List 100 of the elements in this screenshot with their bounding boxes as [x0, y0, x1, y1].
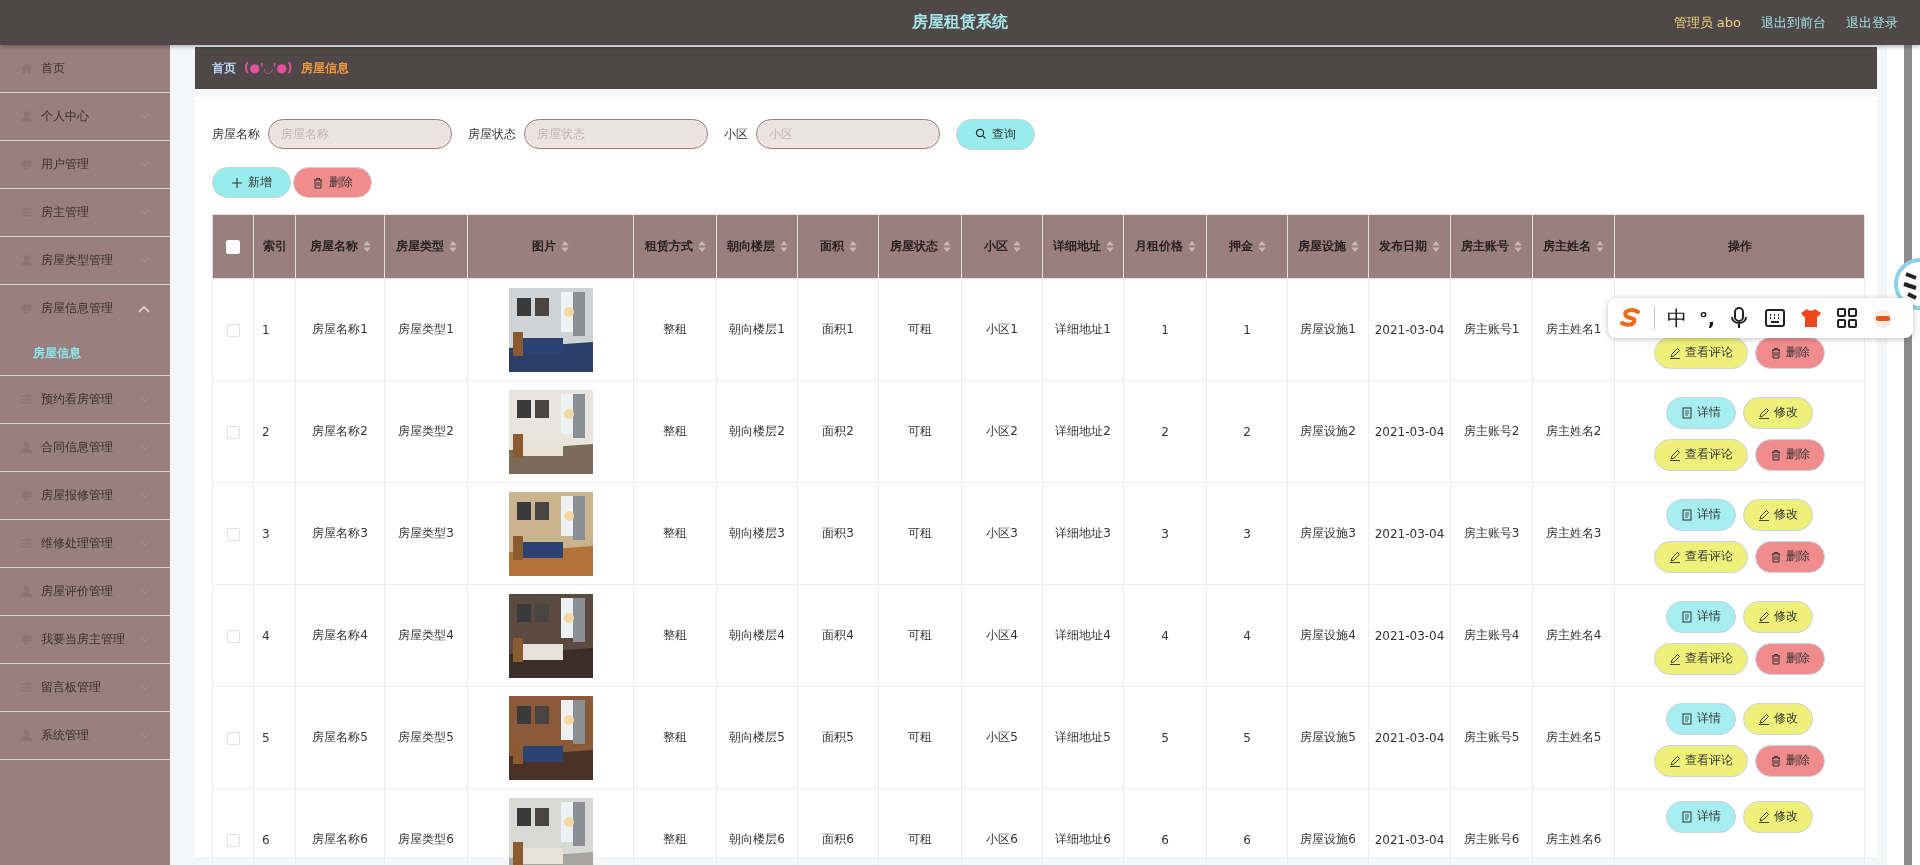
- detail-button[interactable]: 详情: [1666, 600, 1736, 633]
- table-cell: 5: [1123, 686, 1207, 789]
- column-header[interactable]: 房屋名称: [295, 214, 385, 279]
- row-checkbox[interactable]: [226, 731, 240, 745]
- table-cell: 朝向楼层5: [716, 686, 798, 789]
- column-header[interactable]: 房主账号: [1450, 214, 1533, 279]
- column-header[interactable]: 图片: [467, 214, 634, 279]
- delete-button[interactable]: 删除: [293, 167, 372, 198]
- add-button[interactable]: 新增: [212, 167, 291, 198]
- header-link[interactable]: 退出登录: [1846, 13, 1898, 32]
- table-cell: 5: [253, 686, 296, 789]
- edit-button[interactable]: 修改: [1743, 600, 1813, 633]
- detail-button[interactable]: 详情: [1666, 498, 1736, 531]
- table-cell: 3: [1123, 482, 1207, 585]
- edit-button[interactable]: 修改: [1743, 800, 1813, 833]
- column-header[interactable]: 房主姓名: [1532, 214, 1615, 279]
- field-label: 房屋名称: [212, 125, 260, 143]
- table-cell: 可租: [878, 278, 962, 381]
- table-cell: 朝向楼层3: [716, 482, 798, 585]
- row-checkbox[interactable]: [226, 425, 240, 439]
- table-cell: 朝向楼层1: [716, 278, 798, 381]
- detail-button[interactable]: 详情: [1666, 702, 1736, 735]
- table-cell: 整租: [633, 278, 717, 381]
- comment-button[interactable]: 查看评论: [1654, 336, 1748, 369]
- table-cell: 4: [253, 584, 296, 687]
- row-checkbox[interactable]: [226, 833, 240, 847]
- row-checkbox[interactable]: [226, 323, 240, 337]
- column-header[interactable]: 月租价格: [1123, 214, 1207, 279]
- delete-button[interactable]: 删除: [1755, 336, 1825, 369]
- document-icon: [1681, 610, 1693, 623]
- table-cell: 详细地址4: [1042, 584, 1124, 687]
- sidebar-item[interactable]: 房屋信息管理: [0, 285, 170, 332]
- column-header[interactable]: 房屋状态: [878, 214, 962, 279]
- column-header[interactable]: 租赁方式: [633, 214, 717, 279]
- table-cell: 可租: [878, 584, 962, 687]
- table-cell: 整租: [633, 584, 717, 687]
- comment-button[interactable]: 查看评论: [1654, 744, 1748, 777]
- column-header[interactable]: 面积: [797, 214, 879, 279]
- table-cell: 详细地址5: [1042, 686, 1124, 789]
- table-cell: 2: [1206, 380, 1288, 483]
- column-header[interactable]: 朝向楼层: [716, 214, 798, 279]
- table-cell: 小区2: [961, 380, 1043, 483]
- scrollbar[interactable]: [1904, 45, 1912, 865]
- edit-button[interactable]: 修改: [1743, 396, 1813, 429]
- edit-button[interactable]: 修改: [1743, 498, 1813, 531]
- column-header[interactable]: 房屋设施: [1287, 214, 1369, 279]
- table-cell: 房主账号5: [1450, 686, 1533, 789]
- grid-icon[interactable]: [1834, 306, 1859, 330]
- table-cell: 房屋名称5: [295, 686, 385, 789]
- table-cell: 详细地址2: [1042, 380, 1124, 483]
- input-mode-toggle[interactable]: 中: [1667, 304, 1687, 332]
- trash-icon: [1770, 652, 1782, 665]
- comment-button[interactable]: 查看评论: [1654, 438, 1748, 471]
- table-cell: 房屋类型2: [384, 380, 468, 483]
- delete-button[interactable]: 删除: [1755, 438, 1825, 471]
- column-header[interactable]: 索引: [253, 214, 296, 279]
- table-cell: 2: [1123, 380, 1207, 483]
- table-cell: 房屋设施2: [1287, 380, 1369, 483]
- delete-button[interactable]: 删除: [1755, 744, 1825, 777]
- breadcrumb-link[interactable]: 首页: [212, 59, 236, 77]
- pencil-icon: [1669, 550, 1681, 563]
- column-header[interactable]: 详细地址: [1042, 214, 1124, 279]
- column-header[interactable]: 小区: [961, 214, 1043, 279]
- pencil-icon: [1758, 406, 1770, 419]
- select-all-checkbox[interactable]: [226, 239, 240, 254]
- edit-button[interactable]: 修改: [1743, 702, 1813, 735]
- table-cell: 可租: [878, 482, 962, 585]
- detail-button[interactable]: 详情: [1666, 396, 1736, 429]
- punctuation-toggle[interactable]: °,: [1699, 307, 1715, 329]
- field-label: 小区: [724, 125, 748, 143]
- column-header[interactable]: 押金: [1206, 214, 1288, 279]
- column-header[interactable]: 房屋类型: [384, 214, 468, 279]
- table-cell: 5: [1206, 686, 1288, 789]
- table-cell: 3: [253, 482, 296, 585]
- comment-button[interactable]: 查看评论: [1654, 540, 1748, 573]
- breadcrumb-current: 房屋信息: [300, 59, 349, 77]
- column-header[interactable]: 发布日期: [1368, 214, 1451, 279]
- trash-icon: [1770, 346, 1782, 359]
- table-cell: 面积1: [797, 278, 879, 381]
- delete-button[interactable]: 删除: [1755, 642, 1825, 675]
- logo-icon: [1618, 306, 1642, 330]
- table-cell: 房屋设施3: [1287, 482, 1369, 585]
- column-header[interactable]: 操作: [1614, 214, 1865, 279]
- table-cell: 2021-03-04: [1368, 686, 1451, 789]
- detail-button[interactable]: 详情: [1666, 800, 1736, 833]
- shirt-icon[interactable]: [1798, 306, 1823, 330]
- table-cell: 1: [253, 278, 296, 381]
- keyboard-icon[interactable]: [1762, 306, 1787, 330]
- table-cell: 3: [1206, 482, 1288, 585]
- table-cell: 房屋设施1: [1287, 278, 1369, 381]
- search-button[interactable]: 查询: [956, 118, 1035, 150]
- row-checkbox[interactable]: [226, 629, 240, 643]
- comment-button[interactable]: 查看评论: [1654, 642, 1748, 675]
- delete-button[interactable]: 删除: [1755, 540, 1825, 573]
- table-cell: 整租: [633, 686, 717, 789]
- plus-icon: [231, 176, 243, 189]
- table-cell: 面积2: [797, 380, 879, 483]
- header-link[interactable]: 退出到前台: [1761, 13, 1826, 32]
- pencil-icon: [1758, 712, 1770, 725]
- row-checkbox[interactable]: [226, 527, 240, 541]
